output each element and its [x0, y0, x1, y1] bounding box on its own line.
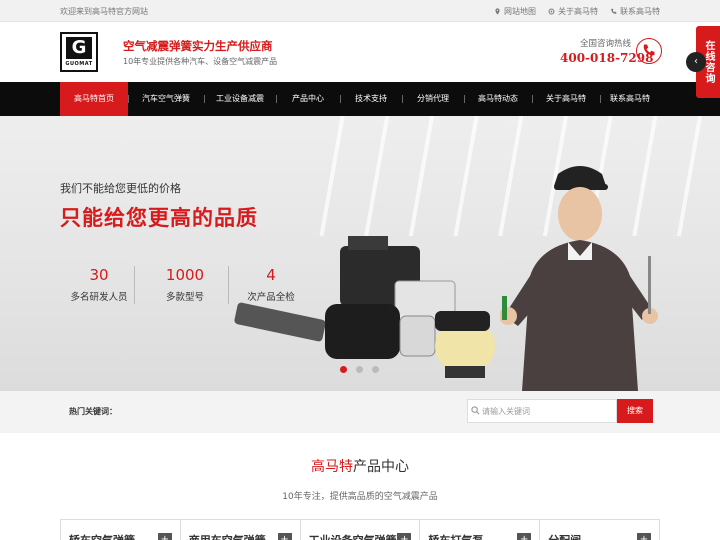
welcome-text: 欢迎来到高马特官方网站: [60, 7, 148, 16]
brand-logo[interactable]: G GUOMAT: [60, 32, 98, 72]
nav-item-contact[interactable]: 联系高马特: [600, 82, 660, 116]
top-bar: 欢迎来到高马特官方网站 网站地图 关于高马特 联系高马特: [0, 0, 720, 22]
plus-icon: +: [157, 533, 172, 540]
logo-letter: G: [66, 37, 92, 59]
about-link[interactable]: 关于高马特: [548, 6, 598, 17]
plus-icon: +: [277, 533, 292, 540]
location-pin-icon: [495, 8, 500, 15]
plus-icon: +: [397, 533, 412, 540]
carousel-dot-1[interactable]: [340, 366, 347, 373]
logo-wordmark: GUOMAT: [65, 61, 93, 67]
category-industrial-air-spring[interactable]: 工业设备空气弹簧 +: [300, 519, 421, 540]
banner-tagline: 我们不能给您更低的价格: [60, 182, 181, 195]
site-header: G GUOMAT 空气减震弹簧实力生产供应商 10年专业提供各种汽车、设备空气减…: [0, 22, 720, 82]
product-categories: 轿车空气弹簧 + 商用车空气弹簧 + 工业设备空气弹簧 + 轿车打气泵 + 分配…: [60, 519, 660, 540]
nav-item-industrial[interactable]: 工业设备减震: [204, 82, 276, 116]
carousel-dots: [340, 366, 379, 373]
search-icon: [471, 406, 480, 415]
sitemap-link[interactable]: 网站地图: [494, 6, 536, 17]
category-valve[interactable]: 分配阀 +: [540, 519, 660, 540]
nav-item-news[interactable]: 高马特动态: [464, 82, 532, 116]
nav-item-about[interactable]: 关于高马特: [532, 82, 600, 116]
main-nav: 高马特首页 汽车空气弹簧 工业设备减震 产品中心 技术支持 分销代理 高马特动态…: [0, 82, 720, 116]
hero-banner: 我们不能给您更低的价格 只能给您更高的品质 30 多名研发人员 1000 多款型…: [0, 116, 720, 391]
phone-small-icon: [611, 8, 617, 14]
search-input[interactable]: [467, 399, 617, 423]
hotline-label: 全国咨询热线: [580, 39, 632, 49]
phone-icon: [636, 38, 662, 64]
air-suspension-product-image: [234, 236, 495, 378]
technician-image: [500, 166, 658, 391]
product-center-title: 高马特产品中心: [311, 459, 409, 475]
nav-item-tech-support[interactable]: 技术支持: [340, 82, 402, 116]
nav-item-home[interactable]: 高马特首页: [60, 82, 128, 116]
nav-item-distribution[interactable]: 分销代理: [402, 82, 464, 116]
plus-icon: +: [517, 533, 532, 540]
product-center-subtitle: 10年专注，提供高品质的空气减震产品: [282, 492, 438, 502]
category-commercial-air-spring[interactable]: 商用车空气弹簧 +: [180, 519, 301, 540]
header-subslogan: 10年专业提供各种汽车、设备空气减震产品: [123, 57, 278, 66]
carousel-dot-3[interactable]: [372, 366, 379, 373]
stat-researchers: 30 多名研发人员: [70, 266, 128, 303]
nav-item-car-air-spring[interactable]: 汽车空气弹簧: [128, 82, 204, 116]
category-car-air-spring[interactable]: 轿车空气弹簧 +: [60, 519, 181, 540]
plus-icon: +: [636, 533, 651, 540]
category-car-pump[interactable]: 轿车打气泵 +: [420, 519, 541, 540]
contact-link[interactable]: 联系高马特: [610, 6, 660, 17]
search-bar: 热门关键词： 搜索: [0, 391, 720, 433]
stat-models: 1000 多款型号: [134, 266, 232, 304]
carousel-dot-2[interactable]: [356, 366, 363, 373]
gear-icon: [548, 8, 555, 15]
banner-headline: 只能给您更高的品质: [60, 206, 258, 230]
search-button[interactable]: 搜索: [617, 399, 653, 423]
header-slogan: 空气减震弹簧实力生产供应商: [123, 39, 273, 53]
hot-keywords-label: 热门关键词：: [69, 407, 117, 416]
nav-item-products[interactable]: 产品中心: [276, 82, 340, 116]
collapse-arrow-icon[interactable]: ‹: [686, 52, 706, 72]
top-links: 网站地图 关于高马特 联系高马特: [494, 6, 660, 17]
